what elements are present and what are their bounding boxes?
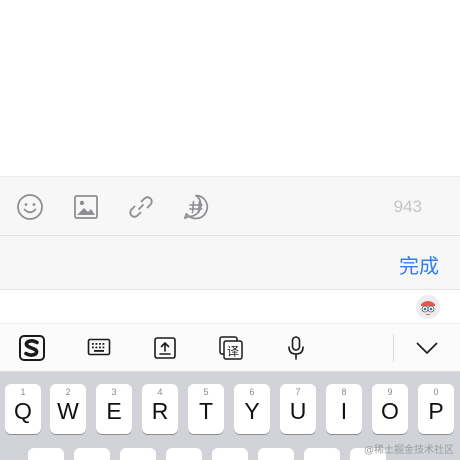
key-e[interactable]: 3 E [96,384,132,434]
hide-keyboard-button[interactable] [410,332,444,364]
done-bar: 完成 [0,236,460,290]
watermark: @稀土掘金技术社区 [364,445,454,456]
compose-text-area[interactable] [0,0,460,176]
ime-toolbar: 译 [0,324,460,372]
sogou-logo-icon [19,335,45,361]
key-r[interactable]: 4 R [142,384,178,434]
hashtag-icon [183,194,209,220]
upload-icon [154,337,176,359]
ime-candidate-bar [0,290,460,324]
sogou-logo-button[interactable] [15,332,49,364]
translate-icon: 译 [219,336,243,360]
key-row2-partial[interactable] [120,448,156,460]
microphone-icon [288,336,304,360]
keyboard-icon [87,338,111,356]
key-w[interactable]: 2 W [50,384,86,434]
mascot-icon[interactable] [416,295,440,319]
emoji-icon [17,194,43,220]
key-o[interactable]: 9 O [372,384,408,434]
translate-glyph: 译 [227,345,239,359]
key-row2-partial[interactable] [74,448,110,460]
translate-button[interactable]: 译 [214,332,248,364]
compose-toolbar: 943 [0,176,460,236]
done-button[interactable]: 完成 [399,250,439,279]
key-t[interactable]: 5 T [188,384,224,434]
chevron-down-icon [416,342,438,354]
key-q[interactable]: 1 Q [5,384,41,434]
key-y[interactable]: 6 Y [234,384,270,434]
link-icon [129,196,153,218]
toolbar-divider [393,334,394,362]
key-row2-partial[interactable] [258,448,294,460]
hashtag-button[interactable] [180,191,212,223]
key-i[interactable]: 8 I [326,384,362,434]
key-p[interactable]: 0 P [418,384,454,434]
key-row2-partial[interactable] [304,448,340,460]
voice-input-button[interactable] [279,332,313,364]
key-row2-partial[interactable] [212,448,248,460]
key-row2-partial[interactable] [166,448,202,460]
keyboard-switch-button[interactable] [82,332,116,364]
key-u[interactable]: 7 U [280,384,316,434]
upload-button[interactable] [148,332,182,364]
image-icon [74,195,98,219]
char-count: 943 [393,197,422,216]
image-button[interactable] [70,191,102,223]
link-button[interactable] [125,191,157,223]
key-row2-partial[interactable] [28,448,64,460]
emoji-button[interactable] [14,191,46,223]
